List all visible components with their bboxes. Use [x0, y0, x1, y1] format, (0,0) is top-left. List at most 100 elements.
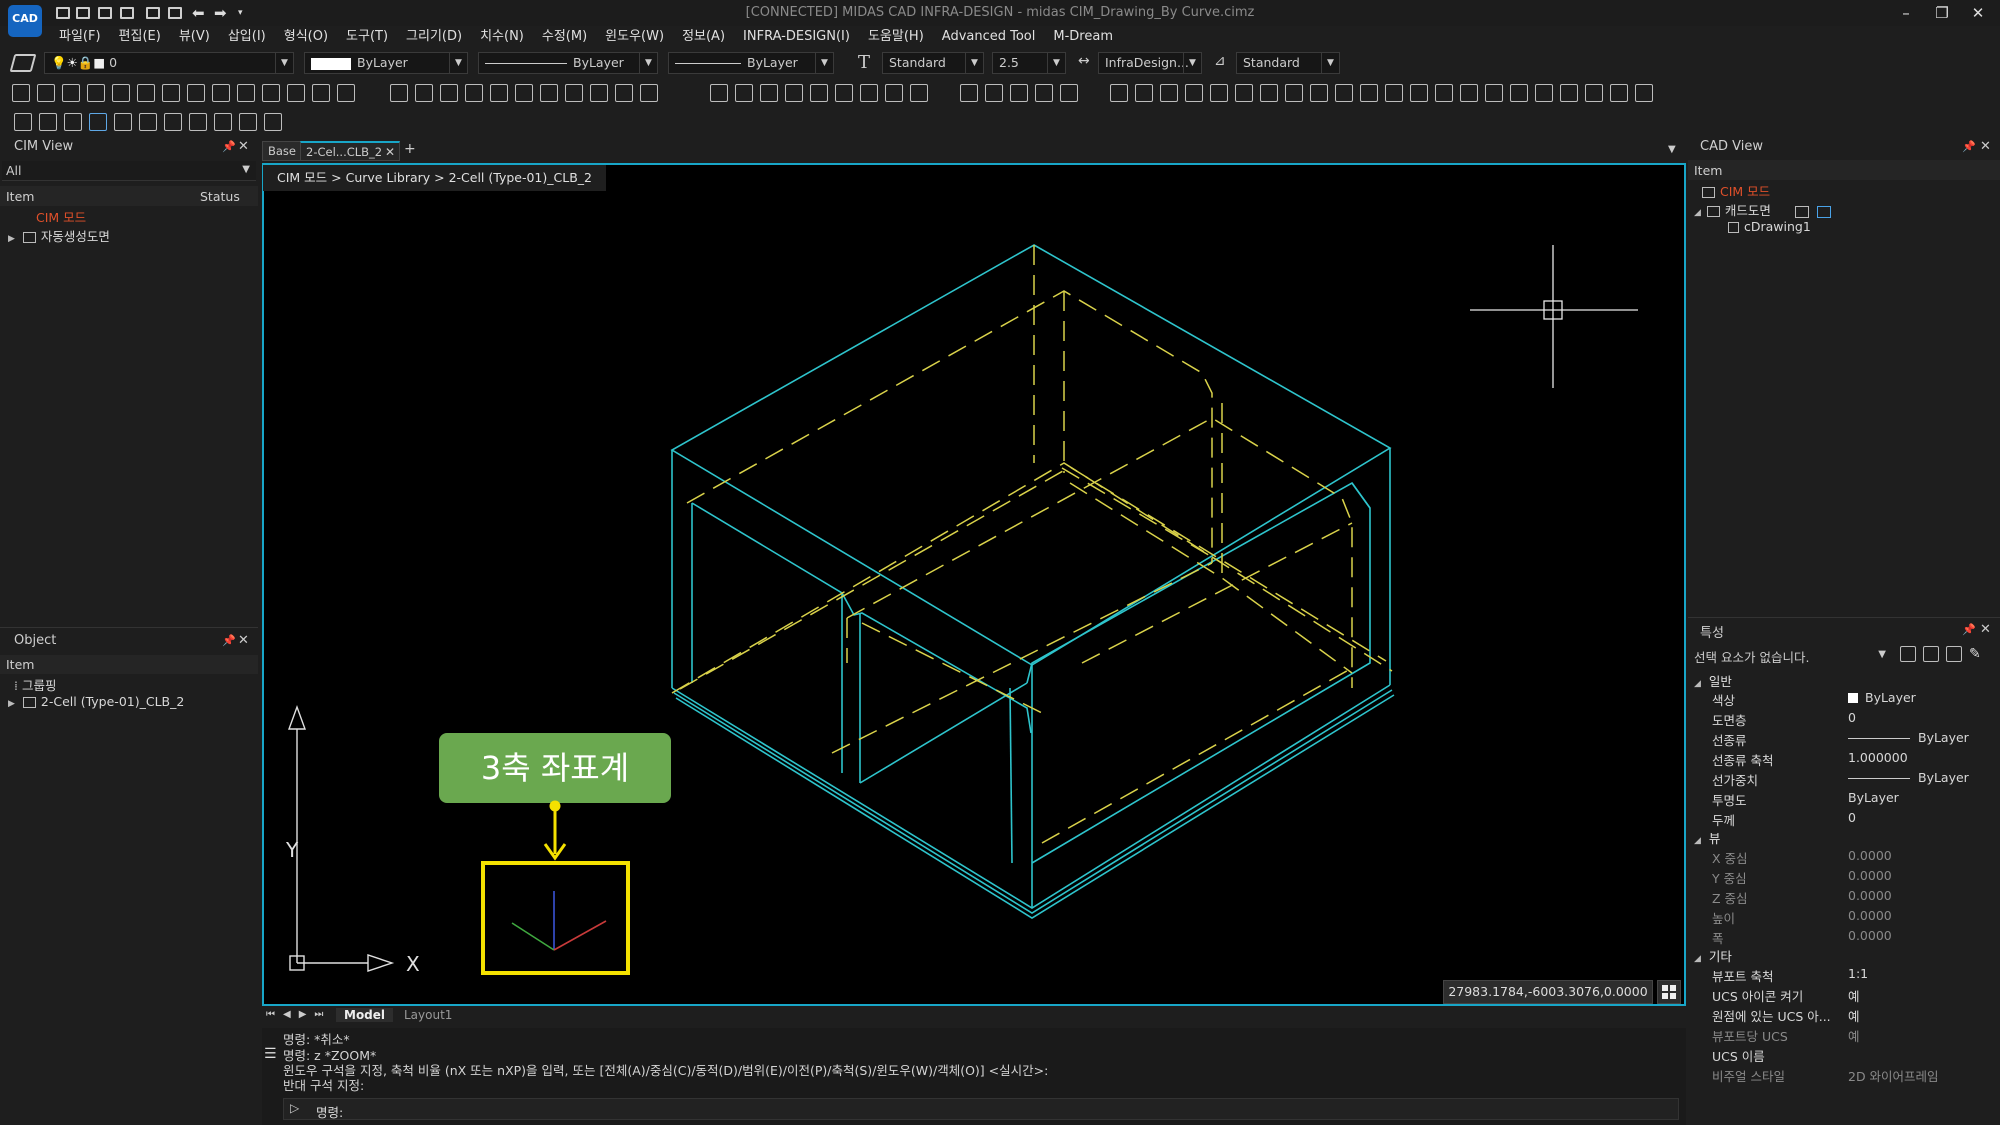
tree-item-object[interactable]: ▶ 2-Cell (Type-01)_CLB_2	[8, 694, 184, 709]
offset-tool-icon[interactable]	[87, 84, 105, 102]
cim-filter-combo[interactable]: All ▼	[2, 161, 256, 181]
erase-tool-icon[interactable]	[237, 84, 255, 102]
section-misc[interactable]: ◢ 기타	[1694, 946, 1732, 965]
fillet-tool-icon[interactable]	[615, 84, 633, 102]
tabs-dropdown-icon[interactable]: ▼	[1668, 144, 1676, 155]
menu-advanced-tool[interactable]: Advanced Tool	[933, 26, 1045, 48]
view-toggle-icon[interactable]	[1794, 205, 1809, 218]
snap-tool-icon[interactable]	[1135, 84, 1153, 102]
text-align-tool-icon[interactable]	[112, 84, 130, 102]
report-tool-icon[interactable]	[1535, 84, 1553, 102]
stretch-tool-icon[interactable]	[590, 84, 608, 102]
maximize-button[interactable]: ❐	[1924, 2, 1960, 24]
viewport-tool-icon[interactable]	[1410, 84, 1428, 102]
dim-style-combo[interactable]: InfraDesign... ▼	[1098, 52, 1202, 74]
match-tool-icon[interactable]	[187, 84, 205, 102]
trim-tool-icon[interactable]	[262, 84, 280, 102]
align-tool-icon[interactable]	[14, 113, 32, 131]
expand-arrow-icon[interactable]: ▶	[8, 699, 15, 709]
command-menu-icon[interactable]: ☰	[264, 1046, 277, 1062]
view-active-icon[interactable]	[1816, 205, 1831, 218]
new-file-icon[interactable]	[56, 7, 70, 19]
tab-drawing[interactable]: 2-Cel...CLB_2 ✕	[300, 141, 400, 161]
dim-radius-icon[interactable]	[785, 84, 803, 102]
settings-icon[interactable]	[1435, 84, 1453, 102]
dim-edit-icon[interactable]	[910, 84, 928, 102]
polyline-tool-icon[interactable]	[37, 84, 55, 102]
scale-view-icon[interactable]	[214, 113, 232, 131]
collapse-arrow-icon[interactable]: ◢	[1694, 836, 1701, 846]
minimize-button[interactable]: –	[1888, 2, 1924, 24]
ucs-tool-icon[interactable]	[64, 113, 82, 131]
menu-file[interactable]: 파일(F)	[50, 26, 110, 48]
lines-icon[interactable]	[164, 113, 182, 131]
dim-baseline-icon[interactable]	[835, 84, 853, 102]
lineweight-combo[interactable]: ByLayer ▼	[668, 52, 834, 74]
dim-angular-icon[interactable]	[760, 84, 778, 102]
dim-aligned-icon[interactable]	[735, 84, 753, 102]
menu-tools[interactable]: 도구(T)	[337, 26, 397, 48]
expand-arrow-icon[interactable]: ◢	[1694, 208, 1701, 218]
menu-help[interactable]: 도움말(H)	[859, 26, 933, 48]
open-folder-icon[interactable]	[76, 7, 90, 19]
table-merge-icon[interactable]	[1060, 84, 1078, 102]
toggle-pickadd-icon[interactable]: ✎	[1969, 646, 1981, 662]
menu-modify[interactable]: 수정(M)	[533, 26, 596, 48]
print-icon[interactable]	[146, 7, 160, 19]
close-icon[interactable]: ✕	[1980, 139, 1991, 154]
close-icon[interactable]: ✕	[238, 633, 249, 648]
cad-tree-cim-mode[interactable]: CIM 모드	[1702, 181, 1770, 200]
block-tool-icon[interactable]	[212, 84, 230, 102]
arc-tool-icon[interactable]	[490, 84, 508, 102]
measure-tool-icon[interactable]	[1335, 84, 1353, 102]
dim-continue-icon[interactable]	[860, 84, 878, 102]
export-tool-icon[interactable]	[1485, 84, 1503, 102]
expand-arrow-icon[interactable]: ▶	[8, 234, 15, 244]
library-tool-icon[interactable]	[1560, 84, 1578, 102]
layer-combo[interactable]: 💡☀🔒■ 0 ▼	[44, 52, 294, 74]
table-row-icon[interactable]	[1010, 84, 1028, 102]
pin-icon[interactable]: 📌	[1962, 623, 1976, 636]
sheet-tool-icon[interactable]	[1460, 84, 1478, 102]
plugin-tool-icon[interactable]	[1635, 84, 1653, 102]
leader-icon[interactable]	[885, 84, 903, 102]
text-style-combo[interactable]: Standard ▼	[882, 52, 984, 74]
redo-icon[interactable]: ➡	[214, 4, 227, 22]
pin-icon[interactable]: 📌	[1962, 140, 1976, 153]
zoom-extents-icon[interactable]	[1385, 84, 1403, 102]
tree-item-cim-mode[interactable]: CIM 모드	[36, 207, 86, 226]
menu-infra-design[interactable]: INFRA-DESIGN(I)	[734, 26, 859, 48]
color-combo[interactable]: ByLayer ▼	[304, 52, 468, 74]
select-objects-icon[interactable]	[1923, 646, 1939, 662]
dim-linear-icon[interactable]	[710, 84, 728, 102]
grid-tool-icon[interactable]	[1110, 84, 1128, 102]
pin-icon[interactable]: 📌	[222, 140, 236, 153]
table-style-combo[interactable]: Standard ▼	[1236, 52, 1340, 74]
line-tool-icon[interactable]	[12, 84, 30, 102]
rotate-tool-icon[interactable]	[440, 84, 458, 102]
settings-gear-icon[interactable]	[1185, 84, 1203, 102]
close-button[interactable]: ✕	[1960, 2, 1996, 24]
table-style-icon[interactable]: ⊿	[1214, 53, 1226, 69]
table-icon[interactable]	[960, 84, 978, 102]
model-drawing[interactable]	[262, 163, 1686, 1006]
save-as-icon[interactable]	[120, 7, 134, 19]
mirror-tool-icon[interactable]	[565, 84, 583, 102]
pick-icon[interactable]	[1946, 646, 1962, 662]
frame-tool-icon[interactable]	[1210, 84, 1228, 102]
pen-tool-icon[interactable]	[62, 84, 80, 102]
menu-insert[interactable]: 삽입(I)	[219, 26, 275, 48]
station-tool-icon[interactable]	[1310, 84, 1328, 102]
table-insert-icon[interactable]	[985, 84, 1003, 102]
tab-model[interactable]: Model	[336, 1008, 394, 1022]
undo-icon[interactable]: ⬅	[192, 4, 205, 22]
menu-format[interactable]: 형식(O)	[275, 26, 337, 48]
zoom-window-icon[interactable]	[1360, 84, 1378, 102]
select-tool-icon[interactable]	[89, 113, 107, 131]
collapse-arrow-icon[interactable]: ◢	[1694, 954, 1701, 964]
layer-tool-icon[interactable]	[337, 84, 355, 102]
copy-tool-icon[interactable]	[415, 84, 433, 102]
command-input[interactable]: ▷ 명령:	[283, 1098, 1679, 1120]
menu-m-dream[interactable]: M-Dream	[1044, 26, 1122, 48]
save-icon[interactable]	[98, 7, 112, 19]
